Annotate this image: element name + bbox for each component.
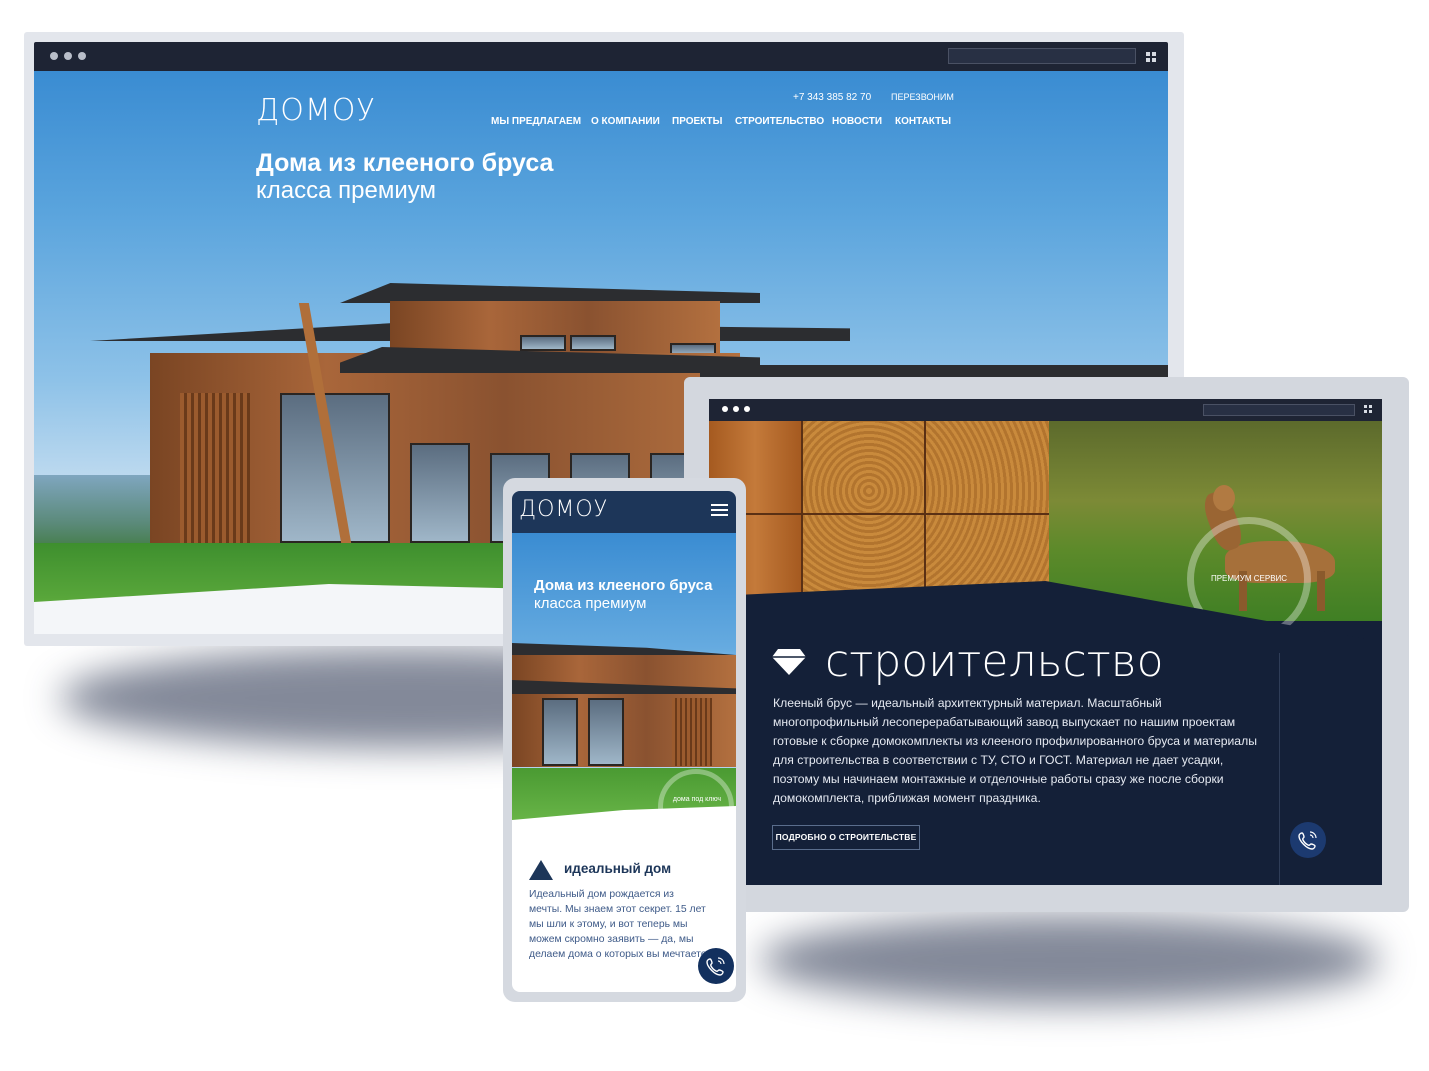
nav-item-projects[interactable]: ПРОЕКТЫ — [672, 116, 722, 127]
callback-link[interactable]: ПЕРЕЗВОНИМ — [891, 92, 954, 102]
mobile-header: ДОМОУ — [512, 491, 736, 533]
construction-details-button[interactable]: ПОДРОБНО О СТРОИТЕЛЬСТВЕ — [772, 825, 920, 850]
mobile-hero-subtitle: класса премиум — [534, 595, 647, 612]
mobile-content: идеальный дом Идеальный дом рождается из… — [512, 806, 736, 992]
timber-seam — [924, 421, 926, 611]
mobile-paragraph: Идеальный дом рождается из мечты. Мы зна… — [529, 889, 707, 960]
tablet-browser-bar — [709, 399, 1382, 421]
nav-item-company[interactable]: О КОМПАНИИ — [591, 116, 660, 127]
hero-title: Дома из клееного бруса — [256, 149, 554, 177]
desktop-browser-bar — [34, 42, 1168, 71]
tablet-address-bar[interactable] — [1203, 404, 1355, 416]
section-title-construction: строительство — [825, 636, 1164, 687]
nav-item-contacts[interactable]: КОНТАКТЫ — [895, 116, 951, 127]
nav-item-offer[interactable]: МЫ ПРЕДЛАГАЕМ — [491, 116, 581, 127]
triangle-icon — [529, 860, 553, 880]
mobile-house-image — [512, 638, 736, 768]
browser-dots-icon — [744, 406, 750, 412]
nav-item-news[interactable]: НОВОСТИ — [832, 116, 882, 127]
header-phone[interactable]: +7 343 385 82 70 — [793, 92, 871, 103]
mobile-hero-title: Дома из клееного бруса — [534, 577, 713, 594]
tablet-shadow — [760, 915, 1380, 1005]
browser-dots-icon — [722, 406, 728, 412]
construction-paragraph: Клееный брус — идеальный архитектурный м… — [773, 696, 1257, 805]
window — [410, 443, 470, 543]
logo[interactable]: ДОМОУ — [256, 93, 376, 128]
grid-icon[interactable] — [1146, 52, 1156, 62]
hero-subtitle: класса премиум — [256, 177, 436, 204]
browser-dots-icon — [733, 406, 739, 412]
turnkey-label: дома под ключ — [672, 796, 722, 803]
desktop-address-bar[interactable] — [948, 48, 1136, 64]
phone-icon — [1298, 831, 1317, 850]
mobile-logo[interactable]: ДОМОУ — [519, 497, 608, 522]
browser-dots-icon — [78, 52, 86, 60]
nav-item-construction[interactable]: СТРОИТЕЛЬСТВО — [735, 116, 824, 127]
premium-service-label: ПРЕМИУМ СЕРВИС — [1210, 574, 1288, 583]
browser-dots-icon — [64, 52, 72, 60]
mobile-section-title: идеальный дом — [564, 861, 672, 876]
mobile-hero: Дома из клееного бруса класса премиум до… — [512, 533, 736, 823]
browser-dots-icon — [50, 52, 58, 60]
grid-icon[interactable] — [1364, 405, 1373, 414]
divider — [1279, 653, 1280, 885]
timber-seam — [709, 513, 1049, 515]
timber-seam — [801, 421, 803, 611]
tablet-screen: ПРЕМИУМ СЕРВИС строительство Клееный бру… — [709, 421, 1382, 885]
phone-icon — [706, 957, 725, 976]
burger-menu-icon[interactable] — [711, 504, 728, 517]
mobile-call-button[interactable] — [698, 948, 734, 984]
call-button[interactable] — [1290, 822, 1326, 858]
diamond-icon — [772, 649, 806, 675]
